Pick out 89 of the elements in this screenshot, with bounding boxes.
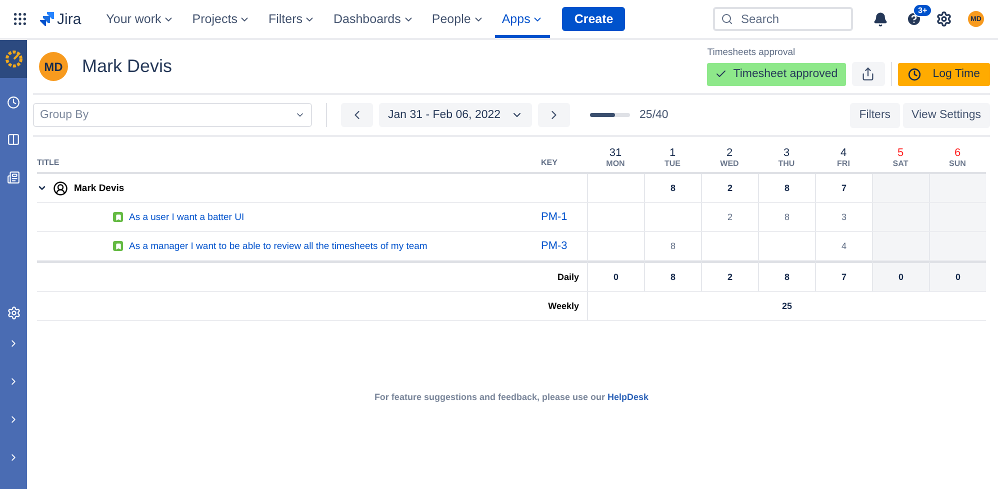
day-name: THU — [778, 159, 795, 168]
log-time-button[interactable]: Log Time — [898, 62, 990, 86]
search-field[interactable]: Search — [713, 7, 853, 31]
table-cell: 2 — [701, 261, 758, 292]
story-icon — [113, 241, 123, 251]
issue-link[interactable]: As a user I want a batter UI — [129, 212, 244, 222]
bell-icon[interactable] — [873, 12, 888, 26]
clock-icon[interactable] — [7, 96, 20, 109]
weekly-total: 25 — [587, 292, 986, 321]
progress-bar — [590, 113, 630, 117]
issue-key-link[interactable]: PM-1 — [541, 211, 568, 223]
nav-menu-item[interactable]: Dashboards — [326, 0, 421, 38]
columns-icon[interactable] — [7, 133, 20, 146]
day-name: TUE — [664, 159, 680, 168]
day-date: 1 — [669, 147, 676, 159]
column-header: TITLE — [37, 158, 541, 174]
table-cell — [929, 174, 986, 203]
feedback-text: For feature suggestions and feedback, please use our HelpDesk — [373, 392, 650, 402]
table-cell: 7 — [815, 261, 872, 292]
product-name: Jira — [57, 10, 82, 28]
settings-icon[interactable] — [936, 11, 952, 27]
table-cell — [872, 174, 929, 203]
approval-status-button[interactable]: Timesheet approved — [707, 62, 846, 86]
group-name: Mark Devis — [74, 182, 124, 194]
search-icon — [721, 13, 733, 25]
table-cell: 8 — [758, 174, 815, 203]
notification-badge: 3+ — [913, 4, 932, 17]
day-name: SUN — [949, 159, 966, 168]
table-cell — [929, 203, 986, 232]
day-name: MON — [606, 159, 625, 168]
table-cell: 7 — [815, 174, 872, 203]
user-name: Mark Devis — [82, 56, 172, 77]
day-date: 2 — [726, 147, 733, 159]
table-cell: 8 — [644, 261, 701, 292]
table-cell: 2 — [701, 174, 758, 203]
jira-logo-icon — [40, 12, 54, 26]
document-icon[interactable] — [7, 171, 20, 184]
table-cell: 0 — [587, 261, 644, 292]
app-switcher-icon[interactable] — [12, 11, 28, 27]
table-cell — [929, 232, 986, 261]
table-cell: 8 — [758, 203, 815, 232]
create-button[interactable]: Create — [562, 7, 626, 31]
check-icon — [715, 68, 728, 80]
day-name: SAT — [892, 159, 908, 168]
weekly-label: Weekly — [548, 301, 579, 311]
day-name: FRI — [837, 159, 850, 168]
search-input[interactable]: Search — [739, 11, 833, 27]
column-header: KEY — [541, 158, 587, 174]
table-cell: 0 — [929, 261, 986, 292]
day-date: 3 — [783, 147, 790, 159]
table-cell: 8 — [644, 232, 701, 261]
clock-icon — [908, 68, 921, 80]
issue-link[interactable]: As a manager I want to be able to review all the timesheets of my team — [129, 240, 428, 252]
toolbar-button[interactable]: View Settings — [902, 102, 990, 128]
table-cell — [872, 203, 929, 232]
nav-menu-item[interactable]: Filters — [261, 0, 322, 38]
story-icon — [113, 212, 123, 222]
group-by-select[interactable]: Group By — [33, 103, 312, 127]
day-name: WED — [720, 159, 739, 168]
table-cell: 4 — [815, 232, 872, 261]
day-date: 5 — [897, 147, 904, 159]
table-cell: 8 — [644, 174, 701, 203]
table-cell: 8 — [758, 261, 815, 292]
table-cell: 3 — [815, 203, 872, 232]
gauge-gear-icon — [4, 49, 24, 69]
approval-label: Timesheets approval — [707, 47, 796, 58]
share-icon[interactable] — [852, 62, 885, 86]
table-cell — [872, 232, 929, 261]
nav-menu-item[interactable]: Apps — [494, 0, 550, 38]
table-cell — [644, 203, 701, 232]
progress-reading: 25/40 — [640, 109, 668, 121]
table-cell — [758, 232, 815, 261]
nav-menu-item[interactable]: Projects — [185, 0, 258, 38]
user-icon — [53, 180, 68, 196]
table-cell — [701, 232, 758, 261]
daily-label: Daily — [557, 272, 579, 282]
user-avatar: MD — [39, 52, 68, 81]
table-cell: 2 — [701, 203, 758, 232]
date-range-select[interactable]: Jan 31 - Feb 06, 2022 — [379, 103, 532, 127]
table-cell: 0 — [872, 261, 929, 292]
day-date: 31 — [609, 147, 622, 159]
expand-chevron-icon[interactable] — [37, 183, 47, 193]
helpdesk-link[interactable]: HelpDesk — [608, 392, 649, 402]
nav-menu-item[interactable]: Your work — [99, 0, 182, 38]
day-date: 6 — [954, 147, 961, 159]
nav-menu-item[interactable]: People — [424, 0, 491, 38]
toolbar-button[interactable]: Filters — [850, 102, 900, 128]
day-date: 4 — [840, 147, 847, 159]
issue-key-link[interactable]: PM-3 — [541, 240, 568, 252]
